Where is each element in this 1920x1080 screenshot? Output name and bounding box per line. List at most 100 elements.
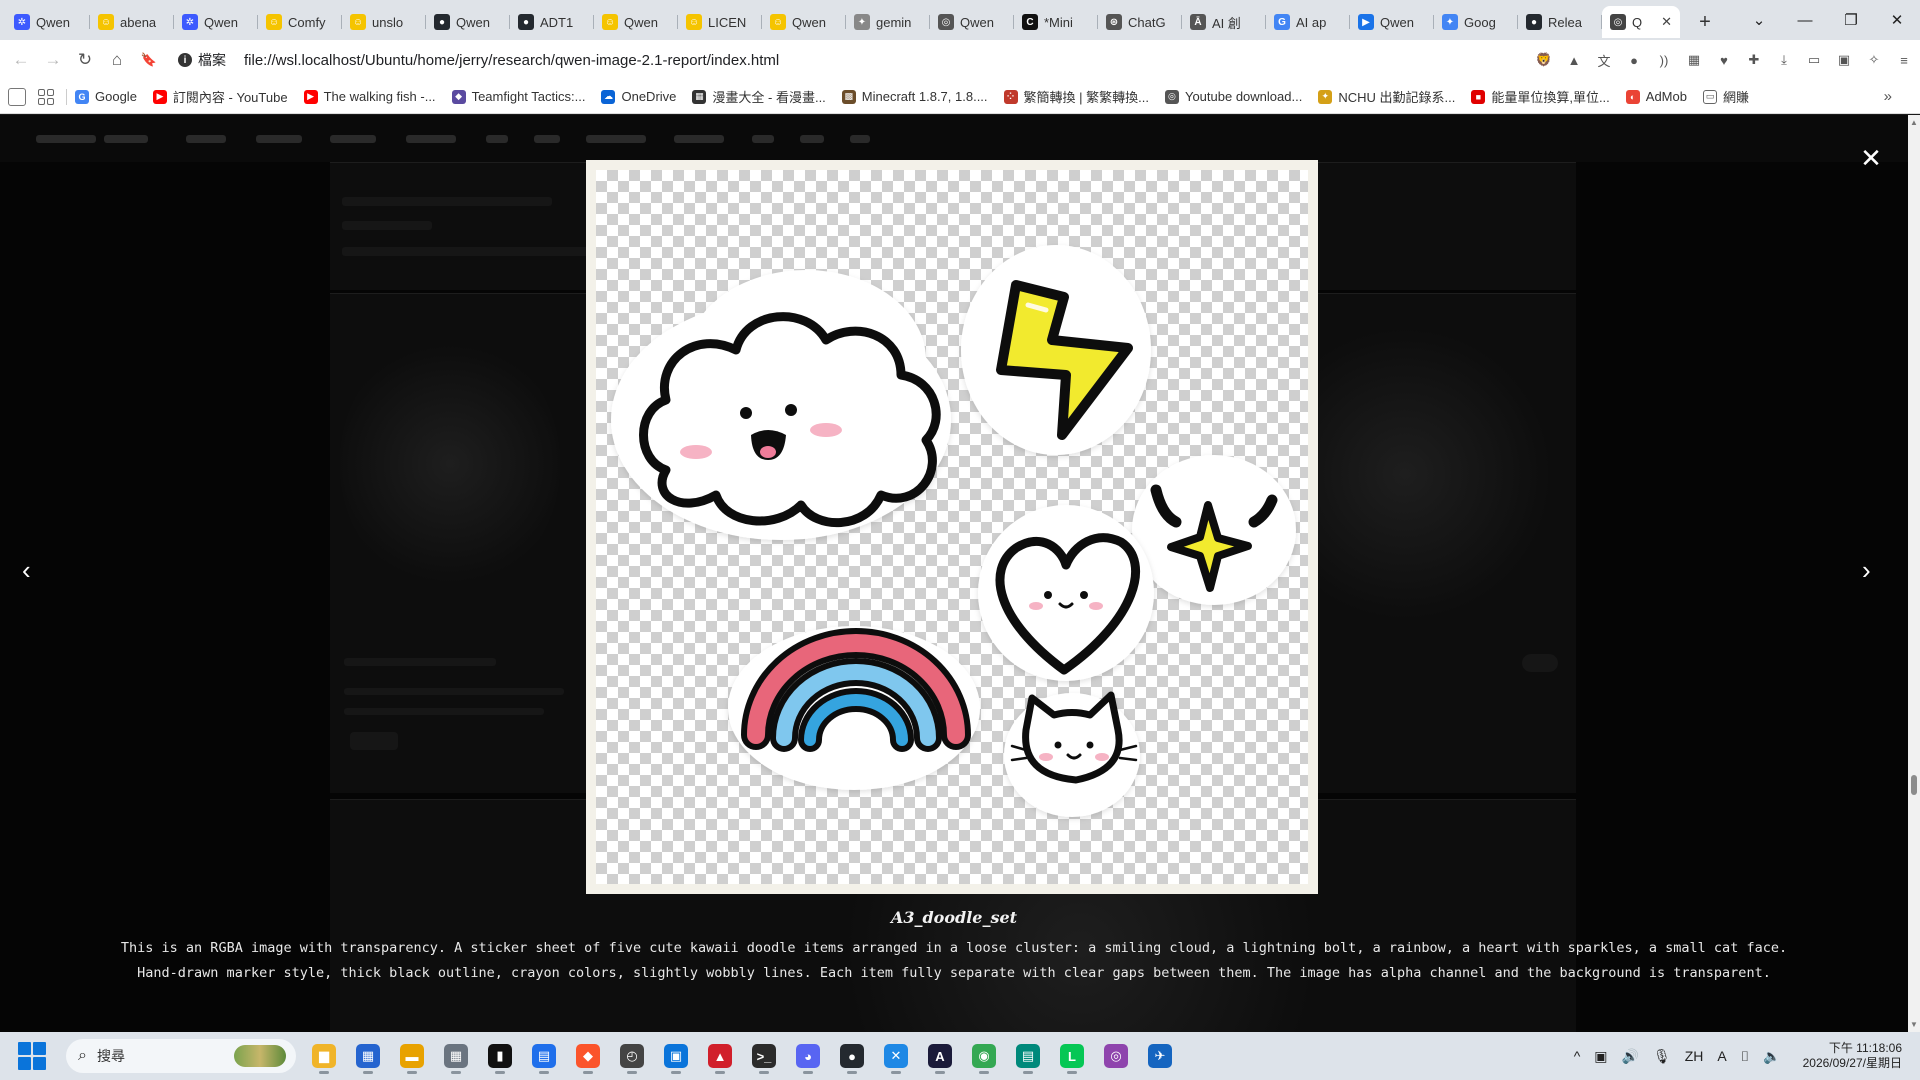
site-info-button[interactable]: i 檔案: [178, 50, 226, 70]
red-app[interactable]: ▲: [702, 1038, 738, 1074]
browser-tab[interactable]: ☺ LICEN: [678, 6, 762, 38]
tab-search-chevron-icon[interactable]: ⌄: [1736, 11, 1782, 29]
bookmark-item[interactable]: ▩ Minecraft 1.8.7, 1.8....: [841, 89, 988, 104]
podcast-app[interactable]: ◎: [1098, 1038, 1134, 1074]
vscode-app[interactable]: ✕: [878, 1038, 914, 1074]
apps-grid-icon[interactable]: [38, 88, 54, 105]
close-window-button[interactable]: ✕: [1874, 11, 1920, 29]
new-tab-button[interactable]: +: [1688, 6, 1722, 38]
browser-tab[interactable]: C *Mini: [1014, 6, 1098, 38]
notes-app[interactable]: ▤: [1010, 1038, 1046, 1074]
github-app[interactable]: ●: [834, 1038, 870, 1074]
extension-icon[interactable]: ▣: [1834, 50, 1854, 70]
extension-icon[interactable]: 🦁: [1534, 50, 1554, 70]
tray-icon[interactable]: ⌷: [1741, 1048, 1749, 1065]
extension-icon[interactable]: ✚: [1744, 50, 1764, 70]
bookmark-item[interactable]: ■ 能量單位換算,單位...: [1471, 87, 1610, 106]
file-explorer-app[interactable]: ▆: [306, 1038, 342, 1074]
folder-app[interactable]: ▬: [394, 1038, 430, 1074]
extension-icon[interactable]: )): [1654, 50, 1674, 70]
windows-start-button[interactable]: [18, 1042, 46, 1070]
terminal-app[interactable]: ▮: [482, 1038, 518, 1074]
chrome-app[interactable]: ◉: [966, 1038, 1002, 1074]
bookmark-icon[interactable]: 🔖: [134, 45, 164, 75]
bookmark-item[interactable]: ▶ The walking fish -...: [303, 89, 436, 104]
clock-app[interactable]: ◴: [614, 1038, 650, 1074]
browser-tab[interactable]: ✦ gemin: [846, 6, 930, 38]
system-clock[interactable]: 下午 11:18:06 2026/09/27/星期日: [1803, 1041, 1902, 1071]
store-app[interactable]: ▦: [350, 1038, 386, 1074]
lightbox-next-button[interactable]: ›: [1862, 555, 1871, 586]
bookmark-item[interactable]: ◎ Youtube download...: [1164, 89, 1303, 104]
extension-icon[interactable]: ▲: [1564, 50, 1584, 70]
notepad-app[interactable]: ▤: [526, 1038, 562, 1074]
tray-icon[interactable]: ZH: [1685, 1048, 1704, 1064]
page-scrollbar[interactable]: ▲ ▼: [1908, 115, 1920, 1032]
browser-tab[interactable]: ⊛ ChatG: [1098, 6, 1182, 38]
browser-tab[interactable]: ☺ Qwen: [762, 6, 846, 38]
close-tab-icon[interactable]: ✕: [1661, 14, 1672, 30]
browser-tab[interactable]: ● ADT1: [510, 6, 594, 38]
bookmark-item[interactable]: G Google: [75, 89, 137, 104]
tray-icon[interactable]: 🔊: [1622, 1048, 1639, 1065]
tray-icon[interactable]: A: [1717, 1048, 1726, 1064]
extension-icon[interactable]: ⤓: [1774, 50, 1794, 70]
extension-icon[interactable]: ▭: [1804, 50, 1824, 70]
bookmark-item[interactable]: ◐ AdMob: [1625, 89, 1687, 104]
vector-app[interactable]: A: [922, 1038, 958, 1074]
bookmark-item[interactable]: ▶ 訂閱內容 - YouTube: [152, 87, 288, 106]
browser-tab[interactable]: ◎ Qwen: [930, 6, 1014, 38]
brave-browser-app[interactable]: ◆: [570, 1038, 606, 1074]
extension-icon[interactable]: ≡: [1894, 50, 1914, 70]
minimize-button[interactable]: —: [1782, 12, 1828, 29]
sidebar-toggle-icon[interactable]: [8, 87, 26, 106]
browser-tab[interactable]: ▶ Qwen: [1350, 6, 1434, 38]
scrollbar-thumb[interactable]: [1911, 775, 1917, 795]
bookmark-item[interactable]: ✦ NCHU 出勤記錄系...: [1318, 87, 1455, 106]
calculator-app[interactable]: ▦: [438, 1038, 474, 1074]
browser-tab[interactable]: ✦ Goog: [1434, 6, 1518, 38]
bookmark-label: Youtube download...: [1184, 89, 1303, 104]
feedback-app[interactable]: ✈: [1142, 1038, 1178, 1074]
taskbar-search-box[interactable]: ⌕ 搜尋: [66, 1039, 296, 1073]
extension-icon[interactable]: ●: [1624, 50, 1644, 70]
restore-button[interactable]: ❐: [1828, 11, 1874, 29]
browser-tab[interactable]: ☺ abena: [90, 6, 174, 38]
lightbox-prev-button[interactable]: ‹: [22, 555, 31, 586]
browser-tab[interactable]: ✲ Qwen: [6, 6, 90, 38]
back-button[interactable]: ←: [6, 45, 36, 75]
browser-tab[interactable]: ✲ Qwen: [174, 6, 258, 38]
extension-icon[interactable]: ♥: [1714, 50, 1734, 70]
extension-icon[interactable]: ✧: [1864, 50, 1884, 70]
address-bar[interactable]: i 檔案 file://wsl.localhost/Ubuntu/home/je…: [178, 45, 779, 75]
photos-app[interactable]: ▣: [658, 1038, 694, 1074]
reload-button[interactable]: ↻: [70, 45, 100, 75]
bookmark-item[interactable]: ◆ Teamfight Tactics:...: [451, 89, 585, 104]
url-text[interactable]: file://wsl.localhost/Ubuntu/home/jerry/r…: [244, 52, 779, 69]
bookmark-item[interactable]: ▭ 網賺: [1702, 87, 1749, 106]
tray-icon[interactable]: ▣: [1594, 1048, 1607, 1065]
browser-tab[interactable]: ☺ Qwen: [594, 6, 678, 38]
extension-icon[interactable]: 文: [1594, 50, 1614, 70]
forward-button[interactable]: →: [38, 45, 68, 75]
bookmark-item[interactable]: ⁘ 繁簡轉換 | 繁繁轉換...: [1003, 87, 1149, 106]
home-button[interactable]: ⌂: [102, 45, 132, 75]
browser-tab[interactable]: G AI ap: [1266, 6, 1350, 38]
tray-icon[interactable]: ^: [1574, 1048, 1581, 1064]
browser-tab[interactable]: ● Qwen: [426, 6, 510, 38]
tray-icon[interactable]: 🎙: [1653, 1048, 1671, 1065]
line-app[interactable]: L: [1054, 1038, 1090, 1074]
tray-icon[interactable]: 🔈: [1763, 1048, 1780, 1065]
browser-tab[interactable]: ● Relea: [1518, 6, 1602, 38]
bookmark-item[interactable]: ☁ OneDrive: [601, 89, 676, 104]
cmd-app[interactable]: >_: [746, 1038, 782, 1074]
lightbox-close-button[interactable]: ✕: [1856, 143, 1886, 173]
extension-icon[interactable]: ▦: [1684, 50, 1704, 70]
discord-app[interactable]: ◕: [790, 1038, 826, 1074]
browser-tab[interactable]: ☺ Comfy: [258, 6, 342, 38]
more-bookmarks-icon[interactable]: »: [1884, 88, 1892, 105]
bookmark-item[interactable]: ▦ 漫畫大全 - 看漫畫...: [692, 87, 826, 106]
browser-tab[interactable]: ☺ unslo: [342, 6, 426, 38]
browser-tab[interactable]: Ā AI 創: [1182, 6, 1266, 38]
active-tab[interactable]: ◎ Q ✕: [1602, 6, 1680, 38]
